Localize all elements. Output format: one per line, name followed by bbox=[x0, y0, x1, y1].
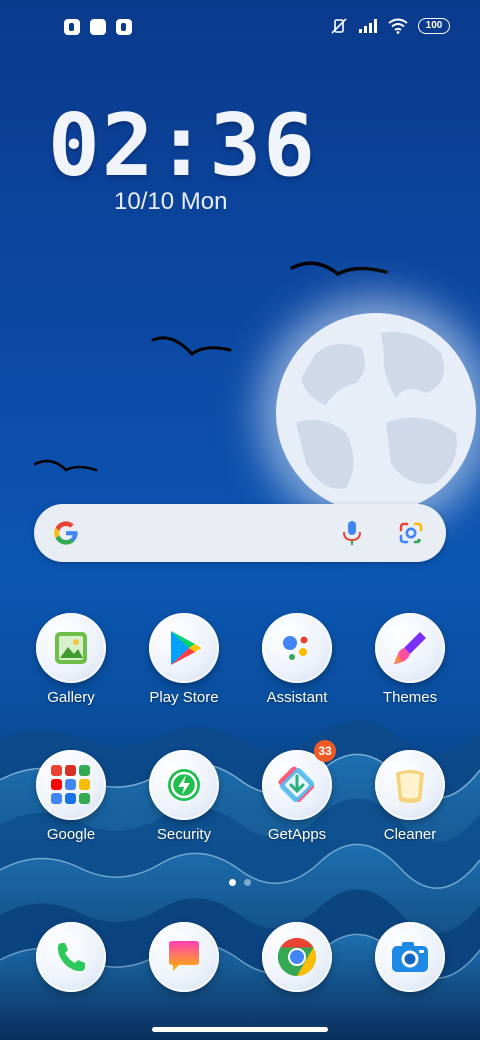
google-lens-icon[interactable] bbox=[398, 521, 424, 545]
home-gesture-bar[interactable] bbox=[152, 1027, 328, 1032]
app-label: Themes bbox=[382, 689, 438, 706]
status-bar: 100 bbox=[0, 0, 480, 56]
security-bolt-icon[interactable] bbox=[149, 750, 219, 820]
app-label: Security bbox=[156, 826, 212, 843]
microphone-icon[interactable] bbox=[342, 520, 362, 546]
wifi-icon bbox=[388, 18, 408, 34]
camera-icon[interactable] bbox=[375, 922, 445, 992]
page-indicator bbox=[229, 879, 251, 886]
notification-badge: 33 bbox=[314, 740, 336, 762]
themes-brush-icon[interactable] bbox=[375, 613, 445, 683]
moon-globe-decoration bbox=[276, 313, 476, 513]
app-themes[interactable]: Themes bbox=[355, 613, 465, 706]
google-search-bar[interactable] bbox=[34, 504, 446, 562]
app-label: Play Store bbox=[149, 689, 219, 706]
dock-camera[interactable] bbox=[355, 922, 465, 992]
app-security[interactable]: Security bbox=[129, 750, 239, 843]
page-dot-active bbox=[229, 879, 236, 886]
dock-chrome[interactable] bbox=[242, 922, 352, 992]
app-label: Assistant bbox=[266, 689, 328, 706]
google-g-icon[interactable] bbox=[52, 518, 80, 548]
app-label: GetApps bbox=[267, 826, 327, 843]
clock-date[interactable]: 10/10 Mon bbox=[114, 188, 227, 216]
play-store-icon[interactable] bbox=[149, 613, 219, 683]
app-label: Google bbox=[46, 826, 96, 843]
app-cleaner[interactable]: Cleaner bbox=[355, 750, 465, 843]
dock-phone[interactable] bbox=[16, 922, 126, 992]
gallery-icon[interactable] bbox=[36, 613, 106, 683]
app-assistant[interactable]: Assistant bbox=[242, 613, 352, 706]
app-google-folder[interactable]: Google bbox=[16, 750, 126, 843]
system-icons: 100 bbox=[330, 17, 450, 35]
chrome-icon[interactable] bbox=[262, 922, 332, 992]
messages-icon[interactable] bbox=[149, 922, 219, 992]
battery-icon: 100 bbox=[418, 18, 450, 34]
notification-icons bbox=[64, 19, 132, 35]
phone-icon[interactable] bbox=[36, 922, 106, 992]
google-folder-icon[interactable] bbox=[36, 750, 106, 820]
notification-icon bbox=[64, 19, 80, 35]
assistant-icon[interactable] bbox=[262, 613, 332, 683]
app-label: Cleaner bbox=[383, 826, 437, 843]
page-dot bbox=[244, 879, 251, 886]
app-gallery[interactable]: Gallery bbox=[16, 613, 126, 706]
app-getapps[interactable]: 33 GetApps bbox=[242, 740, 352, 843]
notification-icon bbox=[116, 19, 132, 35]
notification-icon bbox=[90, 19, 106, 35]
getapps-icon[interactable]: 33 bbox=[262, 740, 336, 820]
vibrate-off-icon bbox=[331, 18, 347, 34]
signal-icon bbox=[359, 19, 377, 33]
cleaner-bin-icon[interactable] bbox=[375, 750, 445, 820]
app-play-store[interactable]: Play Store bbox=[129, 613, 239, 706]
app-label: Gallery bbox=[47, 689, 95, 706]
clock-time[interactable]: 02:36 bbox=[48, 96, 317, 196]
dock-messages[interactable] bbox=[129, 922, 239, 992]
